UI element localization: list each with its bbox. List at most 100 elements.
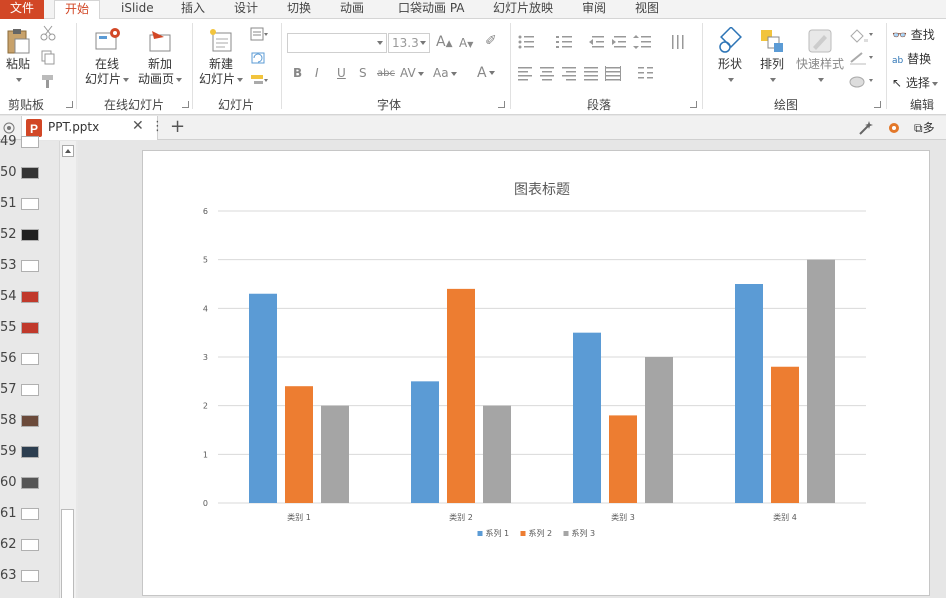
bullets-icon[interactable] — [518, 35, 535, 49]
tab-review[interactable]: 审阅 — [582, 0, 606, 19]
slide-thumbnail[interactable]: 56 — [0, 345, 60, 376]
underline-button[interactable]: U — [337, 66, 346, 80]
justify-icon[interactable] — [584, 67, 598, 81]
text-direction-icon[interactable] — [672, 35, 684, 49]
slide-thumbnail[interactable]: 54 — [0, 283, 60, 314]
slide-thumbnail[interactable]: 49 — [0, 128, 60, 159]
shapes-button[interactable]: 形状 — [712, 27, 748, 87]
align-left-icon[interactable] — [518, 67, 532, 81]
x-tick-label: 类别 4 — [773, 512, 797, 522]
chart[interactable]: 图表标题 0 1 2 3 4 5 6 类别 1 类别 2 类别 3 类别 4 系列 1 系列 2 系列 3 — [143, 151, 931, 597]
select-button[interactable]: ↖ 选择 — [892, 74, 938, 91]
font-size-field[interactable]: 13.3 — [388, 33, 430, 53]
cut-icon[interactable] — [40, 25, 56, 41]
increase-indent-icon[interactable] — [612, 36, 626, 48]
bold-button[interactable]: B — [293, 66, 302, 80]
font-name-field[interactable] — [287, 33, 387, 53]
new-animation-page-button[interactable]: 新加 动画页 — [135, 27, 185, 87]
slide-number: 57 — [0, 382, 17, 397]
slide-preview — [21, 260, 39, 272]
online-slides-icon — [95, 28, 120, 50]
close-icon[interactable]: ✕ — [132, 118, 144, 134]
shape-effects-icon[interactable] — [848, 73, 874, 89]
y-tick-label: 6 — [203, 207, 208, 216]
settings-gear-icon[interactable] — [886, 120, 902, 136]
current-slide[interactable]: 图表标题 0 1 2 3 4 5 6 类别 1 类别 2 类别 3 类别 4 系列 1 系列 2 系列 3 — [142, 150, 930, 596]
legend-swatch — [563, 531, 569, 536]
clipboard-launcher[interactable] — [66, 101, 73, 108]
tab-pocket-animation[interactable]: 口袋动画 PA — [398, 0, 465, 19]
shadow-button[interactable]: S — [359, 66, 367, 80]
slide-thumbnail[interactable]: 57 — [0, 376, 60, 407]
format-painter-icon[interactable] — [40, 73, 56, 89]
slide-thumbnail[interactable]: 51 — [0, 190, 60, 221]
quick-styles-button[interactable]: 快速样式 — [793, 27, 847, 87]
tab-file[interactable]: 文件 — [0, 0, 44, 19]
paragraph-launcher[interactable] — [690, 101, 697, 108]
replace-button[interactable]: ab 替换 — [892, 50, 931, 67]
font-color-button[interactable]: A — [477, 65, 495, 81]
scroll-thumb[interactable] — [61, 509, 74, 598]
slide-thumbnail[interactable]: 50 — [0, 159, 60, 190]
tab-view[interactable]: 视图 — [635, 0, 659, 19]
x-tick-label: 类别 3 — [611, 512, 635, 522]
font-launcher[interactable] — [498, 101, 505, 108]
tab-animations[interactable]: 动画 — [340, 0, 364, 19]
tab-home[interactable]: 开始 — [54, 0, 101, 20]
slide-thumbnail[interactable]: 53 — [0, 252, 60, 283]
bar — [483, 405, 511, 503]
shape-outline-icon[interactable] — [848, 50, 874, 66]
editing-canvas: 图表标题 0 1 2 3 4 5 6 类别 1 类别 2 类别 3 类别 4 系列 1 系列 2 系列 3 — [78, 141, 946, 598]
drawing-launcher[interactable] — [874, 101, 881, 108]
tab-design[interactable]: 设计 — [234, 0, 258, 19]
online-slides-launcher[interactable] — [182, 101, 189, 108]
distributed-icon[interactable] — [605, 66, 621, 81]
char-spacing-button[interactable]: AV — [400, 66, 424, 80]
italic-button[interactable]: I — [315, 66, 319, 80]
layout-icon[interactable] — [250, 27, 268, 43]
find-button[interactable]: 👓 查找 — [892, 26, 935, 43]
strikethrough-button[interactable]: abc — [377, 68, 395, 79]
tab-menu-icon[interactable]: ⋮ — [151, 119, 164, 134]
shape-fill-icon[interactable] — [848, 27, 874, 43]
multi-window-button[interactable]: ⧉多 — [914, 119, 935, 136]
new-slide-button[interactable]: 新建 幻灯片 — [196, 27, 246, 87]
scroll-up-button[interactable] — [62, 145, 74, 157]
new-tab-icon[interactable]: + — [170, 116, 185, 137]
columns-icon[interactable] — [638, 67, 653, 79]
clear-formatting-button[interactable]: ✐ — [485, 33, 497, 49]
reset-slide-icon[interactable] — [250, 50, 266, 66]
section-icon[interactable] — [250, 73, 268, 89]
slide-thumbnail[interactable]: 59 — [0, 438, 60, 469]
thumbnail-scrollbar[interactable] — [59, 141, 76, 598]
slide-thumbnail[interactable]: 58 — [0, 407, 60, 438]
paragraph-row-1 — [518, 35, 684, 49]
y-tick-label: 2 — [203, 402, 208, 411]
paste-button[interactable]: 粘贴 — [3, 27, 33, 87]
change-case-button[interactable]: Aa — [433, 66, 457, 80]
slide-thumbnail[interactable]: 60 — [0, 469, 60, 500]
magic-tool-icon[interactable] — [858, 120, 874, 136]
arrange-button[interactable]: 排列 — [755, 27, 789, 87]
copy-icon[interactable] — [40, 49, 56, 65]
slide-thumbnail[interactable]: 55 — [0, 314, 60, 345]
online-slides-button[interactable]: 在线 幻灯片 — [82, 27, 132, 87]
slide-thumbnail[interactable]: 62 — [0, 531, 60, 562]
line-spacing-icon[interactable] — [633, 35, 651, 49]
slide-number: 63 — [0, 568, 17, 583]
decrease-indent-icon[interactable] — [589, 36, 604, 48]
align-center-icon[interactable] — [540, 67, 554, 81]
slide-thumbnail[interactable]: 52 — [0, 221, 60, 252]
tab-transitions[interactable]: 切换 — [287, 0, 311, 19]
numbering-icon[interactable] — [556, 36, 572, 48]
tab-slideshow[interactable]: 幻灯片放映 — [493, 0, 553, 19]
slide-thumbnail[interactable]: 61 — [0, 500, 60, 531]
tab-insert[interactable]: 插入 — [181, 0, 205, 19]
tab-islide[interactable]: iSlide — [121, 0, 154, 19]
slide-thumbnail[interactable]: 63 — [0, 562, 60, 593]
slide-number: 49 — [0, 134, 17, 149]
shrink-font-button[interactable]: A▼ — [459, 36, 473, 50]
bar — [285, 386, 313, 503]
grow-font-button[interactable]: A▲ — [436, 34, 453, 50]
align-right-icon[interactable] — [562, 67, 576, 81]
